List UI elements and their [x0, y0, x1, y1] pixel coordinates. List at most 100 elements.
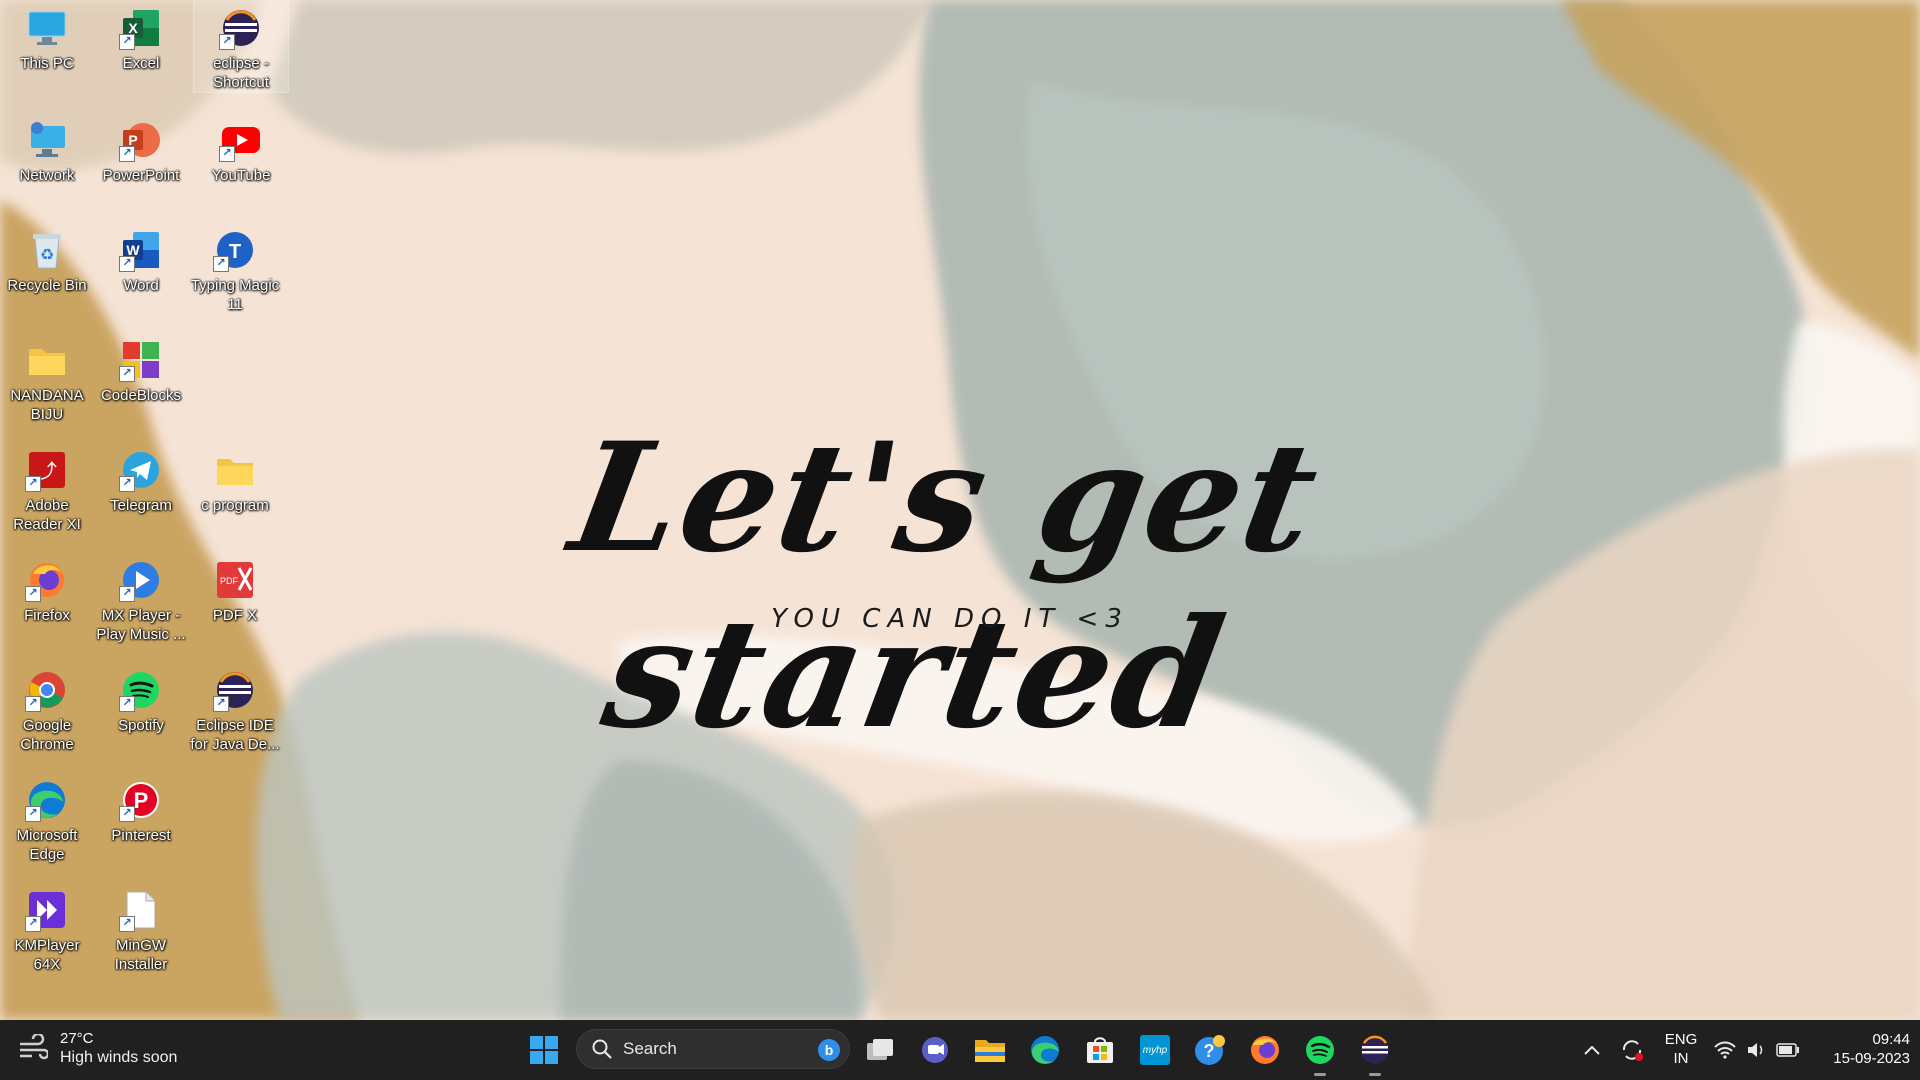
desktop-icon-label: This PC: [20, 55, 74, 72]
pdf-x-icon: PDF: [215, 560, 255, 600]
myhp-icon: myhp: [1140, 1035, 1170, 1065]
show-hidden-icons-button[interactable]: [1572, 1030, 1612, 1070]
desktop-icon-label: Word: [123, 277, 159, 294]
desktop-icon-microsoft-edge[interactable]: ↗ Microsoft Edge: [0, 772, 94, 864]
task-view-button[interactable]: [860, 1030, 900, 1070]
running-indicator: [1314, 1073, 1326, 1076]
desktop-icon-powerpoint[interactable]: P ↗ PowerPoint: [94, 112, 188, 185]
desktop-icon-typing-magic[interactable]: T ↗ Typing Magic 11: [188, 222, 282, 314]
desktop-icon-label: NANDANA BIJU: [10, 387, 84, 423]
network-icon: [27, 120, 67, 160]
pinterest-icon: P ↗: [119, 780, 161, 822]
start-button[interactable]: [524, 1030, 564, 1070]
desktop-icon-eclipse-ide[interactable]: ↗ Eclipse IDE for Java De...: [188, 662, 282, 754]
wind-icon: [18, 1032, 50, 1065]
desktop-icon-c-program[interactable]: c program: [188, 442, 282, 515]
sync-icon: [1622, 1040, 1643, 1061]
desktop-icon-mx-player[interactable]: ↗ MX Player - Play Music ...: [94, 552, 188, 644]
file-explorer-button[interactable]: [970, 1030, 1010, 1070]
desktop-icon-label: Eclipse IDE for Java De...: [190, 717, 280, 753]
telegram-icon: ↗: [119, 450, 161, 492]
desktop-icon-label: Google Chrome: [20, 717, 74, 753]
chrome-icon: ↗: [25, 670, 67, 712]
desktop-icon-label: c program: [201, 497, 269, 514]
spotify-icon: ↗: [119, 670, 161, 712]
folder-icon: [27, 340, 67, 380]
help-icon: ?: [1195, 1035, 1225, 1065]
spotify-taskbar-button[interactable]: [1300, 1030, 1340, 1076]
chat-button[interactable]: [915, 1030, 955, 1070]
weather-description: High winds soon: [60, 1049, 178, 1066]
desktop-icon-adobe-reader[interactable]: ⤴ ↗ Adobe Reader XI: [0, 442, 94, 534]
eclipse-icon: [1361, 1035, 1389, 1064]
desktop-icon-pdf-x[interactable]: PDF PDF X: [188, 552, 282, 625]
file-icon: ↗: [119, 890, 161, 932]
codeblocks-icon: ↗: [119, 340, 161, 382]
weather-temperature: 27°C: [60, 1030, 94, 1047]
desktop-icon-eclipse-shortcut[interactable]: ↗ eclipse - Shortcut: [193, 0, 289, 93]
svg-text:P: P: [134, 788, 149, 813]
language-code: ENG: [1664, 1031, 1698, 1048]
desktop-icon-this-pc[interactable]: This PC: [0, 0, 94, 73]
volume-icon: [1748, 1043, 1763, 1057]
desktop-icon-nandana-biju[interactable]: NANDANA BIJU: [0, 332, 94, 424]
eclipse-icon: ↗: [219, 8, 261, 50]
desktop-icon-codeblocks[interactable]: ↗ CodeBlocks: [94, 332, 188, 405]
desktop-icon-word[interactable]: W ↗ Word: [94, 222, 188, 295]
monitor-icon: [27, 8, 67, 48]
svg-text:PDF: PDF: [220, 576, 239, 586]
desktop-icon-pinterest[interactable]: P ↗ Pinterest: [94, 772, 188, 845]
weather-widget[interactable]: 27°C High winds soon: [18, 1030, 177, 1068]
desktop-icon-label: Firefox: [24, 607, 70, 624]
edge-icon: [1031, 1036, 1059, 1064]
desktop-icon-label: KMPlayer 64X: [14, 937, 80, 973]
desktop-icon-label: Adobe Reader XI: [13, 497, 81, 533]
firefox-taskbar-button[interactable]: [1245, 1030, 1285, 1070]
desktop-icon-mingw-installer[interactable]: ↗ MinGW Installer: [94, 882, 188, 974]
firefox-icon: ↗: [25, 560, 67, 602]
task-view-icon: [867, 1039, 893, 1060]
search-icon: [592, 1039, 612, 1059]
desktop-icon-youtube[interactable]: ↗ YouTube: [194, 112, 288, 185]
desktop-icon-google-chrome[interactable]: ↗ Google Chrome: [0, 662, 94, 754]
desktop-icon-excel[interactable]: X ↗ Excel: [94, 0, 188, 73]
desktop-icon-recycle-bin[interactable]: ♻ Recycle Bin: [0, 222, 94, 295]
svg-text:T: T: [229, 241, 241, 263]
desktop-icon-firefox[interactable]: ↗ Firefox: [0, 552, 94, 625]
file-explorer-icon: [975, 1040, 1005, 1062]
desktop-icon-label: MX Player - Play Music ...: [96, 607, 186, 643]
edge-taskbar-button[interactable]: [1025, 1030, 1065, 1070]
svg-text:?: ?: [1204, 1041, 1215, 1061]
firefox-icon: [1251, 1036, 1279, 1064]
sync-status-button[interactable]: [1612, 1030, 1652, 1070]
language-indicator[interactable]: ENG IN: [1656, 1030, 1706, 1068]
quick-settings-button[interactable]: [1714, 1020, 1800, 1080]
store-button[interactable]: [1080, 1030, 1120, 1070]
eclipse-taskbar-button[interactable]: [1355, 1030, 1395, 1076]
myhp-button[interactable]: myhp: [1135, 1030, 1175, 1070]
desktop-icon-label: PowerPoint: [102, 167, 180, 184]
svg-text:♻: ♻: [40, 247, 54, 264]
desktop-icon-kmplayer[interactable]: ↗ KMPlayer 64X: [0, 882, 94, 974]
taskbar: 27°C High winds soon Search b myhp ? ENG…: [0, 1020, 1920, 1080]
eclipse-icon: ↗: [213, 670, 255, 712]
desktop-icon-label: eclipse - Shortcut: [213, 55, 269, 91]
desktop-icon-label: Network: [19, 167, 75, 184]
desktop-icon-telegram[interactable]: ↗ Telegram: [94, 442, 188, 515]
desktop-icon-spotify[interactable]: ↗ Spotify: [94, 662, 188, 735]
edge-icon: ↗: [25, 780, 67, 822]
powerpoint-icon: P ↗: [119, 120, 161, 162]
wifi-icon: [1714, 1041, 1736, 1059]
get-help-button[interactable]: ?: [1190, 1030, 1230, 1070]
kmplayer-icon: ↗: [25, 890, 67, 932]
spotify-icon: [1306, 1036, 1334, 1064]
desktop-icon-label: Typing Magic 11: [190, 277, 280, 313]
bing-icon: b: [817, 1038, 841, 1067]
chat-icon: [922, 1037, 948, 1063]
clock[interactable]: 09:44 15-09-2023: [1810, 1030, 1910, 1068]
desktop-icon-network[interactable]: Network: [0, 112, 94, 185]
desktop-wallpaper: Let's get started YOU CAN DO IT <3: [0, 0, 1920, 1020]
typing-magic-icon: T ↗: [213, 230, 255, 272]
taskbar-search-box[interactable]: Search b: [576, 1029, 850, 1069]
clock-date: 15-09-2023: [1833, 1050, 1910, 1067]
